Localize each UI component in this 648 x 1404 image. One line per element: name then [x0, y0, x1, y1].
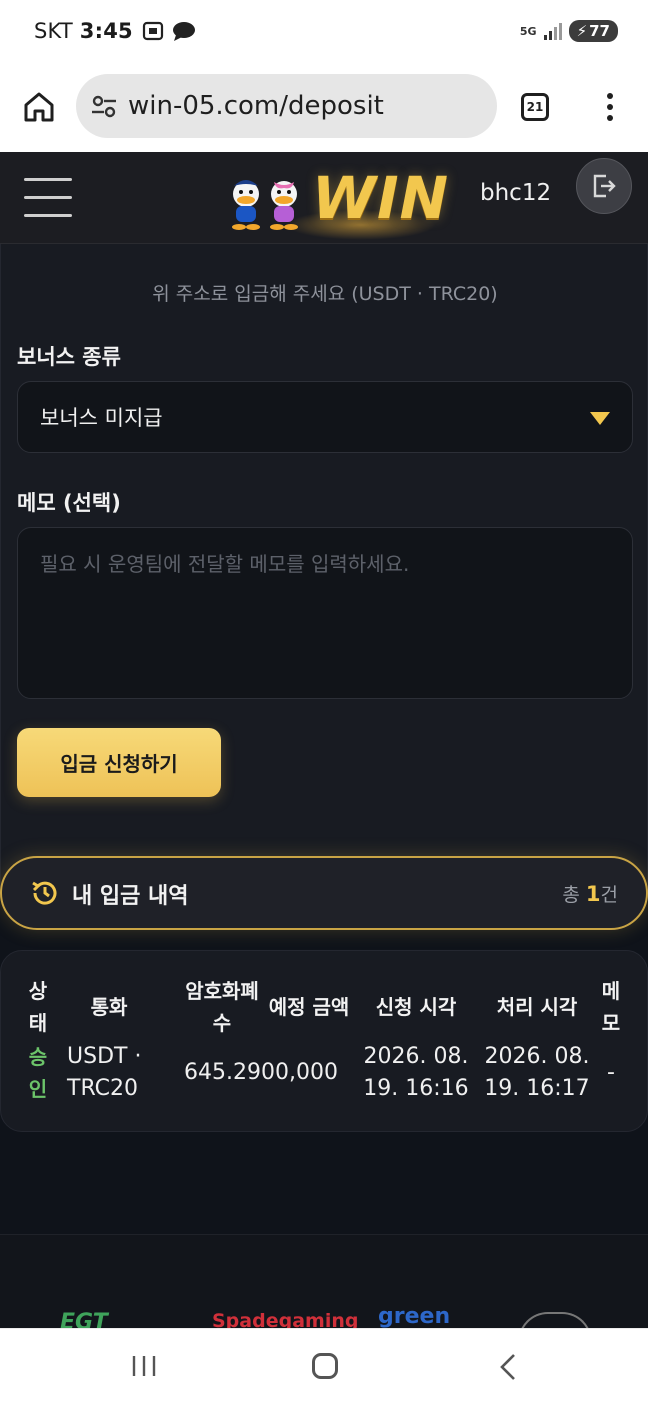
url-text: win-05.com/deposit: [128, 91, 384, 121]
site-header: WIN bhc12: [0, 152, 648, 244]
home-nav-icon[interactable]: [312, 1353, 338, 1379]
col-header-currency: 통화: [90, 995, 128, 1019]
mascot-daisy-icon: [270, 181, 298, 230]
history-title: 내 입금 내역: [72, 884, 189, 909]
history-icon: [32, 881, 57, 905]
menu-icon[interactable]: [24, 178, 72, 218]
screenshot-icon: [142, 21, 164, 41]
bonus-type-select[interactable]: 보너스 미지급: [17, 381, 633, 453]
more-options-icon[interactable]: [598, 90, 622, 124]
browser-toolbar: win-05.com/deposit 21: [0, 66, 648, 152]
col-header-crypto-amount: 암호화폐 수: [185, 979, 259, 1035]
system-nav-bar: [0, 1328, 648, 1404]
carrier: SKT: [34, 19, 73, 43]
battery-level: 77: [589, 22, 610, 40]
cell-currency: USDT · TRC20: [67, 1044, 142, 1101]
username: bhc12: [480, 180, 552, 206]
deposit-history-table: 상태 통화 암호화폐 수 예정 금액 신청 시각 처리 시각 메모 승인 USD…: [0, 950, 648, 1132]
cell-memo: -: [607, 1060, 615, 1085]
logout-icon: [593, 174, 616, 198]
site-logo[interactable]: WIN: [226, 164, 466, 240]
memo-label: 메모 (선택): [17, 491, 121, 515]
web-page: WIN bhc12 위 주소로 입금해 주세요 (USDT · TRC20) 보…: [0, 152, 648, 1328]
charging-icon: ⚡: [576, 22, 588, 40]
clock: 3:45: [79, 19, 133, 43]
signal-icon: [543, 23, 562, 40]
recent-apps-icon[interactable]: [131, 1355, 157, 1377]
status-badge: 승인: [28, 1045, 48, 1101]
partner-logo-egt: EGT: [60, 1310, 108, 1328]
history-total-count: 총 1건: [562, 882, 618, 906]
bonus-type-label: 보너스 종류: [17, 345, 121, 369]
deposit-form-card: 위 주소로 입금해 주세요 (USDT · TRC20) 보너스 종류 보너스 …: [0, 204, 648, 914]
deposit-address-hint: 위 주소로 입금해 주세요 (USDT · TRC20): [152, 283, 498, 305]
address-bar[interactable]: win-05.com/deposit: [76, 74, 497, 138]
bonus-type-value: 보너스 미지급: [40, 406, 163, 430]
col-header-requested-at: 신청 시각: [375, 995, 457, 1019]
home-icon[interactable]: [22, 90, 56, 124]
mascot-duck-icon: [232, 180, 260, 230]
deposit-history-header[interactable]: 내 입금 내역 총 1건: [0, 856, 648, 930]
cell-crypto-amount: 645.29: [184, 1060, 261, 1085]
col-header-processed-at: 처리 시각: [496, 995, 578, 1019]
battery-indicator: ⚡ 77: [568, 20, 618, 42]
back-icon[interactable]: [498, 1353, 518, 1381]
col-header-memo: 메모: [601, 979, 621, 1035]
col-header-status: 상태: [28, 979, 48, 1035]
carrier-time: SKT 3:45: [34, 19, 133, 43]
chat-bubble-icon: [173, 22, 195, 41]
tab-switcher-button[interactable]: 21: [521, 93, 549, 121]
cell-requested-at: 2026. 08. 19. 16:16: [363, 1044, 469, 1101]
submit-deposit-button[interactable]: 입금 신청하기: [17, 728, 221, 797]
network-5g-icon: 5G: [519, 24, 537, 38]
memo-placeholder: 필요 시 운영팀에 전달할 메모를 입력하세요.: [40, 552, 410, 576]
logout-button[interactable]: [576, 158, 632, 214]
col-header-expected-amount: 예정 금액: [268, 995, 350, 1019]
cell-expected-amount: 00,000: [261, 1060, 338, 1085]
partner-logo-green: green: [378, 1304, 451, 1328]
partner-logo-spadegaming: Spadegaming: [212, 1310, 359, 1328]
status-bar: SKT 3:45 5G ⚡ 77: [0, 0, 648, 66]
logo-text: WIN: [312, 164, 450, 232]
dropdown-caret-icon: [590, 412, 610, 425]
memo-textarea[interactable]: 필요 시 운영팀에 전달할 메모를 입력하세요.: [17, 527, 633, 699]
site-settings-icon[interactable]: [90, 92, 118, 120]
cell-processed-at: 2026. 08. 19. 16:17: [484, 1044, 590, 1101]
